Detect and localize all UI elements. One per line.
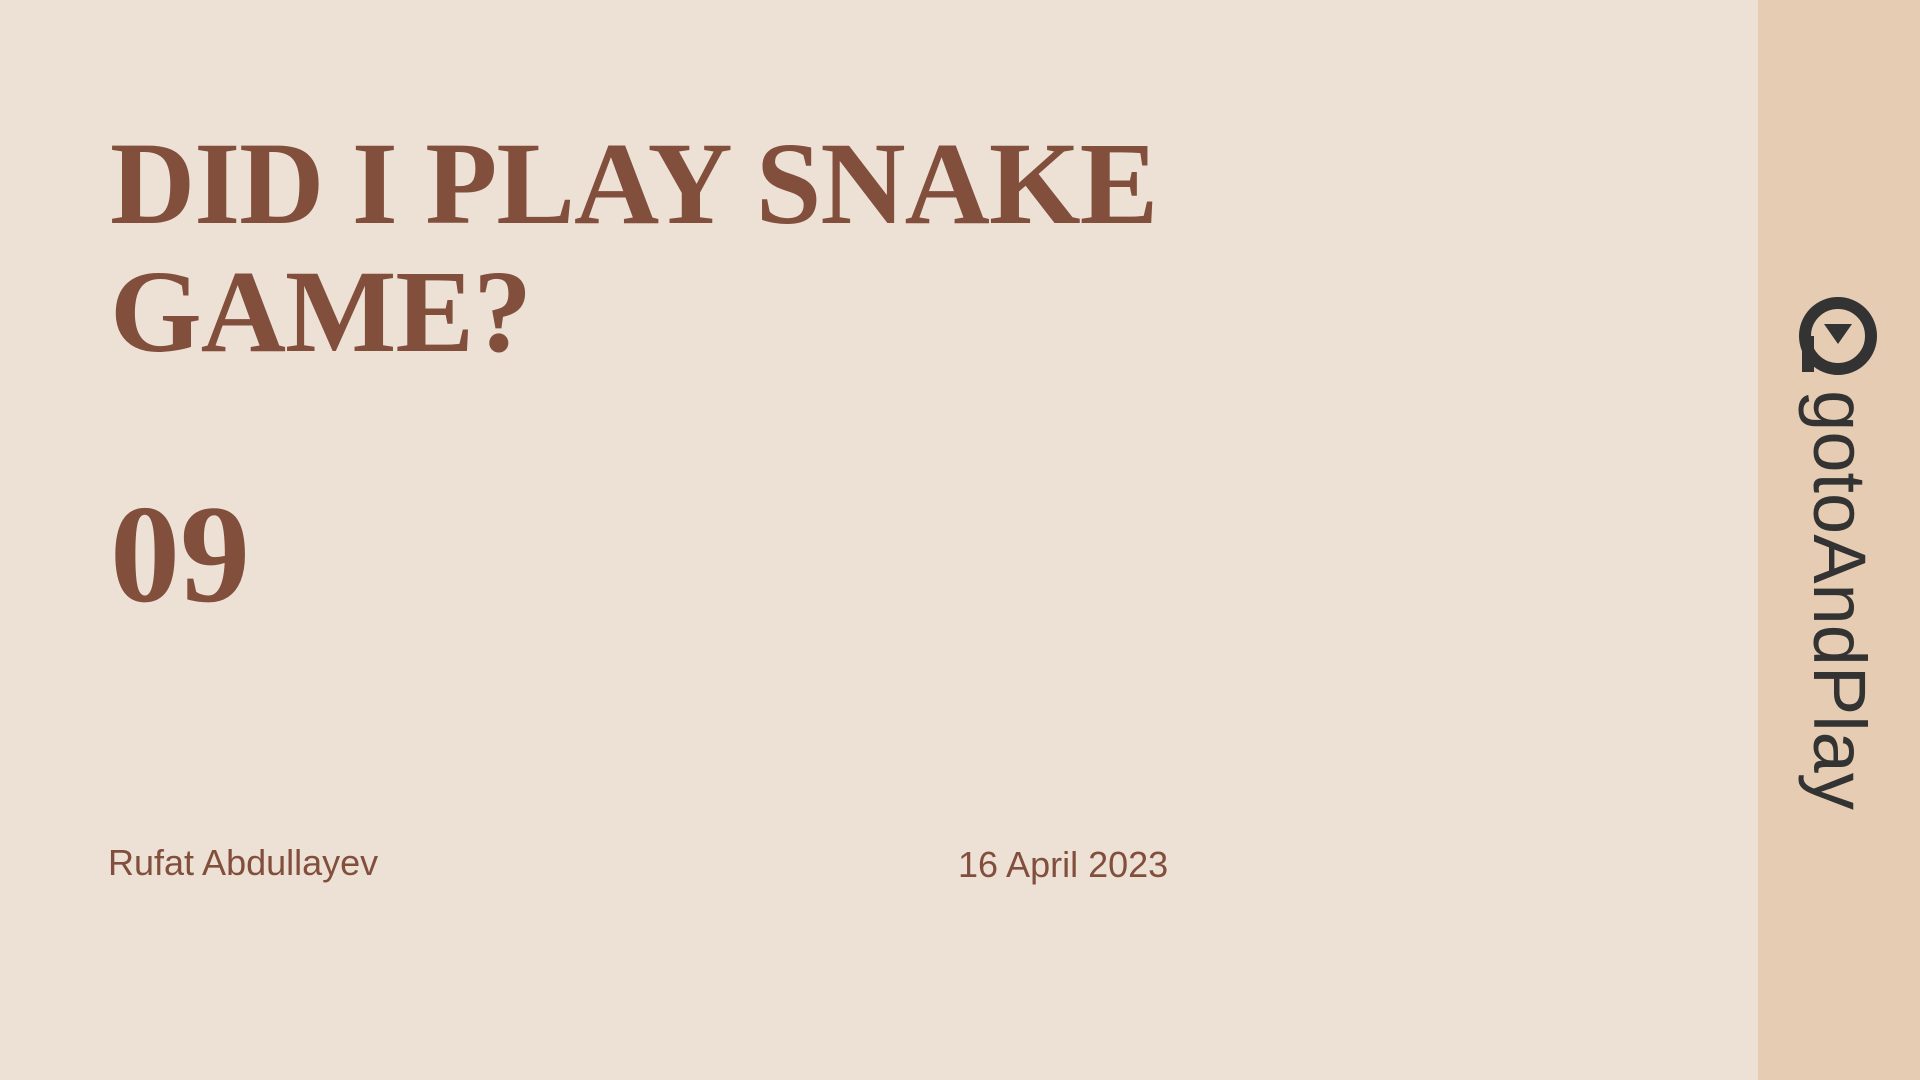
slide-number: 09: [110, 477, 250, 632]
play-circle-icon: [1799, 297, 1877, 375]
brand-sidebar: gotoAndPlay: [1758, 0, 1920, 1080]
brand-name: gotoAndPlay: [1798, 390, 1881, 810]
slide: DID I PLAY SNAKE GAME? 09 Rufat Abdullay…: [0, 0, 1920, 1080]
presentation-date: 16 April 2023: [958, 844, 1169, 885]
author-name: Rufat Abdullayev: [108, 842, 379, 883]
slide-main: DID I PLAY SNAKE GAME? 09 Rufat Abdullay…: [0, 0, 1758, 1080]
slide-title: DID I PLAY SNAKE GAME?: [110, 118, 1158, 377]
